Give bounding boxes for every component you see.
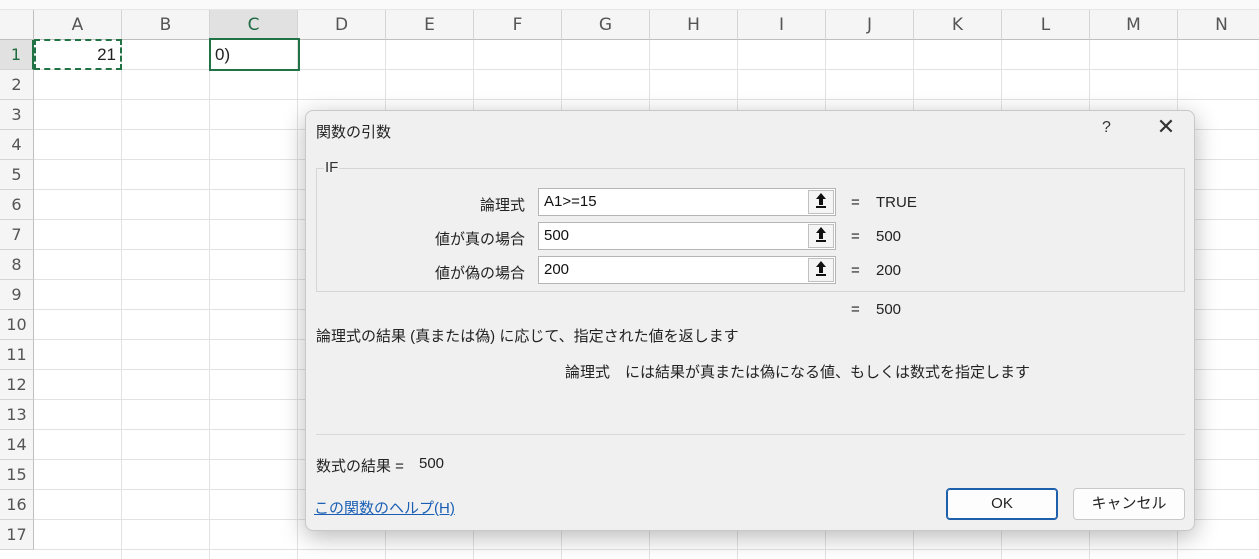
column-header-l[interactable]: L — [1002, 10, 1090, 40]
column-header-i[interactable]: I — [738, 10, 826, 40]
row-header-1[interactable]: 1 — [0, 40, 34, 70]
gridline-horizontal — [34, 549, 1259, 550]
dialog-title: 関数の引数 — [316, 124, 392, 141]
logical-test-result: TRUE — [876, 194, 917, 211]
column-header-n[interactable]: N — [1178, 10, 1259, 40]
row-header-17[interactable]: 17 — [0, 520, 34, 550]
value-if-false-result: 200 — [876, 262, 902, 279]
ok-button[interactable]: OK — [946, 488, 1058, 520]
arg-label-value-if-false: 値が偽の場合 — [434, 265, 525, 282]
divider — [316, 434, 1185, 435]
ribbon-edge — [0, 0, 1259, 10]
help-button[interactable]: ? — [1102, 119, 1111, 137]
gridline-horizontal — [34, 99, 1259, 100]
function-result: 500 — [876, 301, 902, 318]
function-arguments-dialog: 関数の引数 ? ✕ IF 論理式 A1>=15 = TRUE 値が真の場合 50… — [305, 110, 1195, 531]
function-name: IF — [324, 159, 340, 176]
function-help-link[interactable]: この関数のヘルプ(H) — [314, 497, 455, 518]
arg-description-text: には結果が真または偽になる値、もしくは数式を指定します — [625, 364, 1031, 381]
column-header-d[interactable]: D — [298, 10, 386, 40]
column-header-j[interactable]: J — [826, 10, 914, 40]
row-header-2[interactable]: 2 — [0, 70, 34, 100]
column-header-k[interactable]: K — [914, 10, 1002, 40]
equals-sign: = — [851, 262, 860, 279]
row-header-12[interactable]: 12 — [0, 370, 34, 400]
row-header-8[interactable]: 8 — [0, 250, 34, 280]
value-if-false-input[interactable]: 200 — [538, 256, 836, 284]
cell-a1[interactable]: 21 — [34, 39, 122, 70]
collapse-dialog-icon[interactable] — [808, 224, 834, 248]
column-header-f[interactable]: F — [474, 10, 562, 40]
arg-label-logical-test: 論理式 — [479, 197, 525, 214]
arg-label-value-if-true: 値が真の場合 — [434, 231, 525, 248]
row-header-13[interactable]: 13 — [0, 400, 34, 430]
formula-result-value: 500 — [419, 455, 445, 472]
cell-c1-active[interactable]: 0) — [209, 38, 300, 71]
equals-sign: = — [851, 301, 860, 318]
value-if-true-result: 500 — [876, 228, 902, 245]
close-icon[interactable]: ✕ — [1154, 115, 1178, 139]
column-header-e[interactable]: E — [386, 10, 474, 40]
row-header-14[interactable]: 14 — [0, 430, 34, 460]
equals-sign: = — [851, 228, 860, 245]
column-header-h[interactable]: H — [650, 10, 738, 40]
function-description: 論理式の結果 (真または偽) に応じて、指定された値を返します — [316, 328, 739, 345]
row-header-3[interactable]: 3 — [0, 100, 34, 130]
logical-test-input[interactable]: A1>=15 — [538, 188, 836, 216]
cancel-button[interactable]: キャンセル — [1073, 488, 1185, 520]
value-if-true-input[interactable]: 500 — [538, 222, 836, 250]
column-header-a[interactable]: A — [34, 10, 122, 40]
column-header-b[interactable]: B — [122, 10, 210, 40]
gridline-vertical — [297, 40, 298, 559]
collapse-dialog-icon[interactable] — [808, 190, 834, 214]
column-header-m[interactable]: M — [1090, 10, 1178, 40]
row-header-11[interactable]: 11 — [0, 340, 34, 370]
gridline-vertical — [121, 40, 122, 559]
column-header-c[interactable]: C — [210, 10, 298, 40]
select-all-corner[interactable] — [0, 10, 34, 40]
row-header-16[interactable]: 16 — [0, 490, 34, 520]
gridline-vertical — [209, 40, 210, 559]
row-header-15[interactable]: 15 — [0, 460, 34, 490]
row-header-9[interactable]: 9 — [0, 280, 34, 310]
row-header-4[interactable]: 4 — [0, 130, 34, 160]
row-header-5[interactable]: 5 — [0, 160, 34, 190]
row-header-10[interactable]: 10 — [0, 310, 34, 340]
arg-description-name: 論理式 — [565, 364, 611, 381]
row-header-7[interactable]: 7 — [0, 220, 34, 250]
formula-result-label: 数式の結果 = — [316, 458, 404, 475]
equals-sign: = — [851, 194, 860, 211]
row-header-6[interactable]: 6 — [0, 190, 34, 220]
column-header-g[interactable]: G — [562, 10, 650, 40]
collapse-dialog-icon[interactable] — [808, 258, 834, 282]
